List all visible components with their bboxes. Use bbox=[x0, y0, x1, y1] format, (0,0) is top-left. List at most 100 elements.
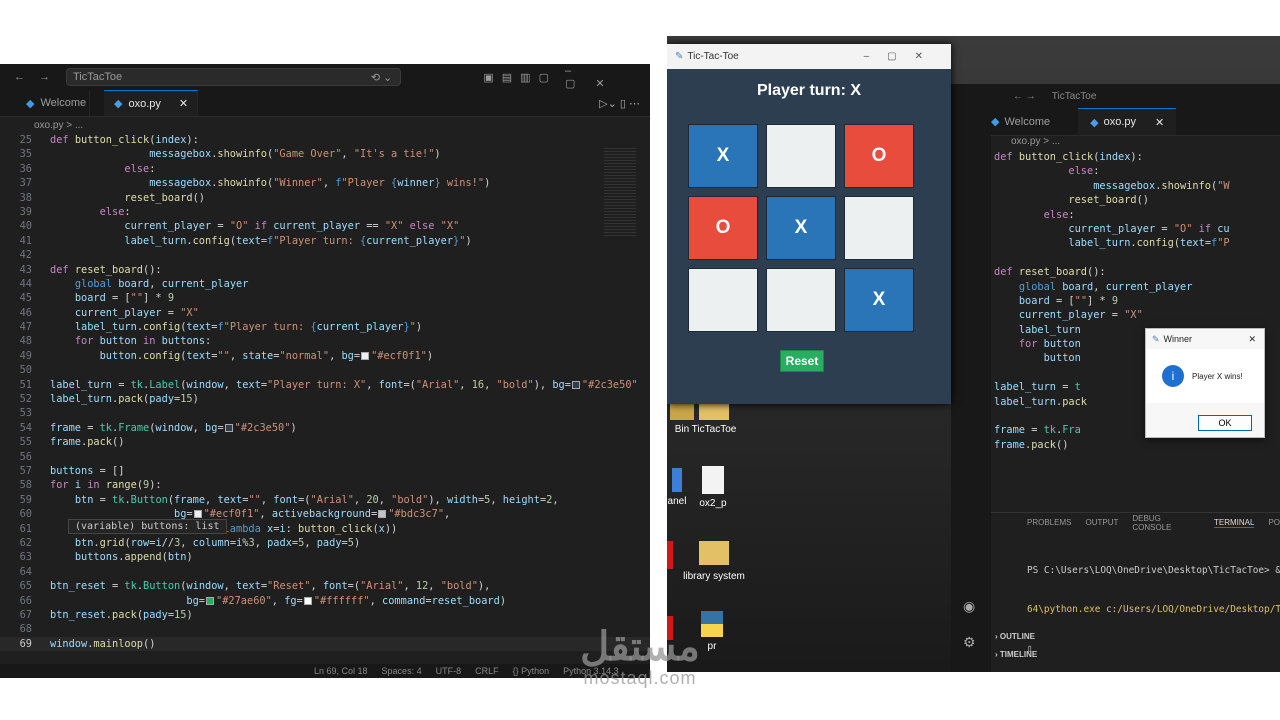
code-line: 36 else: bbox=[19, 162, 156, 175]
tab-oxo-py[interactable]: ◆ oxo.py ✕ bbox=[104, 90, 198, 116]
code-line: 46 current_player = "X" bbox=[19, 306, 199, 319]
code-line: 45 board = [""] * 9 bbox=[19, 292, 175, 305]
code-line: 58 for i in range(9): bbox=[19, 479, 162, 492]
layout-icons[interactable]: ▣▤▥▢ bbox=[483, 71, 557, 84]
command-center[interactable]: TicTacToe ⟲ ⌄ bbox=[66, 68, 402, 86]
code-line: 39 else: bbox=[19, 205, 131, 218]
code-line: 51 label_turn = tk.Label(window, text="Pl… bbox=[19, 378, 638, 391]
board-cell[interactable]: X bbox=[844, 268, 914, 332]
code-line: 66 bg= "#27ae60", fg= "#ffffff", command=r… bbox=[19, 594, 507, 607]
tictactoe-window: ✎ Tic-Tac-Toe –▢✕ Player turn: X X O O X… bbox=[667, 44, 951, 404]
editor-tabs: ◆ Welcome ◆ oxo.py ✕ ▷⌄ ▯ ⋯ bbox=[0, 90, 650, 117]
right-desktop-screenshot: Bin TicTacToe anel ox2_p library system … bbox=[667, 36, 1280, 672]
file-icon[interactable]: ox2_p bbox=[691, 466, 735, 509]
code-line: 40 current_player = "O" if current_playe… bbox=[19, 220, 460, 233]
code-line: 59 btn = tk.Button(frame, text="", font=… bbox=[19, 493, 559, 506]
tab-ports[interactable]: PO bbox=[1268, 518, 1280, 527]
status-bar: Ln 69, Col 18 Spaces: 4 UTF-8 CRLF {} Py… bbox=[0, 664, 650, 678]
tab-oxo-py[interactable]: ◆ oxo.py ✕ bbox=[1078, 108, 1177, 135]
minimap[interactable] bbox=[604, 146, 636, 236]
code-line: 49 button.config(text="", state="normal"… bbox=[19, 349, 434, 362]
timeline-section[interactable]: › TIMELINE bbox=[995, 650, 1037, 659]
code-line: 64 bbox=[19, 565, 32, 578]
code-line: 69 window.mainloop() bbox=[0, 636, 650, 652]
window-title-bar: ✎ Tic-Tac-Toe –▢✕ bbox=[667, 44, 951, 69]
hover-tooltip: (variable) buttons: list bbox=[68, 519, 227, 534]
board-cell[interactable]: O bbox=[844, 124, 914, 188]
window-title: TicTacToe bbox=[1051, 90, 1097, 102]
copilot-icon[interactable]: ⟲ ⌄ bbox=[371, 71, 393, 84]
board-cell[interactable] bbox=[844, 196, 914, 260]
tab-welcome[interactable]: ◆ Welcome bbox=[0, 90, 90, 116]
game-board: X O O X X bbox=[688, 124, 918, 340]
window-controls[interactable]: –▢✕ bbox=[565, 65, 650, 90]
code-line: 54 frame = tk.Frame(window, bg= "#2c3e50") bbox=[19, 421, 297, 434]
window-title: TicTacToe bbox=[73, 71, 123, 83]
code-line: 38 reset_board() bbox=[19, 191, 206, 204]
close-icon[interactable]: ✕ bbox=[1248, 334, 1256, 345]
board-cell[interactable]: O bbox=[688, 196, 758, 260]
code-area[interactable]: 25 def button_click(index): 35 messagebox… bbox=[0, 133, 650, 652]
board-cell[interactable] bbox=[766, 124, 836, 188]
board-cell[interactable] bbox=[688, 268, 758, 332]
breadcrumb[interactable]: oxo.py > ... bbox=[0, 117, 650, 133]
outline-section[interactable]: › OUTLINE bbox=[995, 632, 1035, 641]
run-icon[interactable]: ▷⌄ ▯ ⋯ bbox=[599, 97, 650, 110]
board-cell[interactable]: X bbox=[766, 196, 836, 260]
code-line: 25 def button_click(index): bbox=[19, 134, 199, 146]
code-line: 65 btn_reset = tk.Button(window, text="Re… bbox=[19, 580, 491, 593]
window-controls[interactable]: –▢✕ bbox=[864, 51, 941, 62]
panel-tabs: PROBLEMS OUTPUT DEBUG CONSOLE TERMINAL P… bbox=[951, 512, 1280, 532]
code-line: 50 bbox=[19, 364, 32, 377]
back-arrow-icon[interactable]: ← → bbox=[1013, 91, 1036, 102]
board-cell[interactable] bbox=[766, 268, 836, 332]
code-line: 68 bbox=[19, 623, 32, 636]
forward-arrow-icon[interactable]: → bbox=[39, 71, 50, 83]
ok-button[interactable]: OK bbox=[1198, 415, 1252, 431]
code-line: 48 for button in buttons: bbox=[19, 335, 212, 348]
python-file-icon: ◆ bbox=[1090, 116, 1099, 129]
control-panel-icon[interactable]: anel bbox=[667, 468, 687, 507]
terminal-cursor: ▯ bbox=[1027, 643, 1033, 654]
tab-output[interactable]: OUTPUT bbox=[1085, 518, 1118, 527]
code-line: 63 buttons.append(btn) bbox=[19, 551, 193, 564]
code-line: 53 bbox=[19, 407, 32, 420]
code-line: 57 buttons = [] bbox=[19, 464, 125, 477]
close-tab-icon[interactable]: ✕ bbox=[179, 97, 188, 110]
code-line: 67 btn_reset.pack(pady=15) bbox=[19, 608, 193, 621]
code-line: 41 label_turn.config(text=f"Player turn:… bbox=[19, 234, 472, 247]
winner-dialog: ✎ Winner ✕ i Player X wins! OK bbox=[1145, 328, 1265, 438]
app-feather-icon: ✎ bbox=[1152, 333, 1160, 344]
info-icon: i bbox=[1162, 365, 1184, 387]
code-line: 37 messagebox.showinfo("Winner", f"Playe… bbox=[19, 177, 491, 190]
breadcrumb[interactable]: oxo.py > ... bbox=[951, 136, 1280, 150]
code-line: 62 btn.grid(row=i//3, column=i%3, padx=5… bbox=[19, 536, 361, 549]
tab-problems[interactable]: PROBLEMS bbox=[1027, 518, 1071, 527]
code-line: 44 global board, current_player bbox=[19, 277, 249, 290]
library-folder-icon[interactable]: library system bbox=[681, 541, 747, 582]
code-line: 43 def reset_board(): bbox=[19, 263, 162, 276]
app-feather-icon: ✎ bbox=[675, 51, 684, 62]
gear-icon[interactable]: ⚙ bbox=[963, 634, 976, 651]
left-code-editor: ← → TicTacToe ⟲ ⌄ ▣▤▥▢ –▢✕ ◆ Welcome ◆ oxo… bbox=[0, 64, 650, 678]
tab-debug-console[interactable]: DEBUG CONSOLE bbox=[1132, 514, 1200, 532]
code-line: 47 label_turn.config(text=f"Player turn:… bbox=[19, 321, 423, 334]
vscode-icon: ◆ bbox=[991, 116, 1000, 128]
code-line: 42 bbox=[19, 249, 32, 262]
code-line: 55 frame.pack() bbox=[19, 436, 125, 449]
title-bar: ← → TicTacToe ⟲ ⌄ ▣▤▥▢ –▢✕ bbox=[0, 64, 650, 90]
back-arrow-icon[interactable]: ← bbox=[14, 71, 25, 83]
code-line: 35 messagebox.showinfo("Game Over", "It'… bbox=[19, 148, 441, 161]
board-cell[interactable]: X bbox=[688, 124, 758, 188]
code-line: 56 bbox=[19, 450, 32, 463]
code-line: 52 label_turn.pack(pady=15) bbox=[19, 393, 199, 406]
account-icon[interactable]: ◉ bbox=[963, 598, 975, 615]
turn-label: Player turn: X bbox=[756, 82, 862, 99]
reset-button[interactable]: Reset bbox=[780, 350, 824, 372]
terminal[interactable]: PS C:\Users\LOQ\OneDrive\Desktop\TicTacT… bbox=[1027, 538, 1280, 672]
close-tab-icon[interactable]: ✕ bbox=[1155, 116, 1164, 129]
tab-terminal[interactable]: TERMINAL bbox=[1213, 518, 1255, 528]
python-file-icon: ◆ bbox=[114, 98, 123, 110]
vscode-icon: ◆ bbox=[26, 97, 35, 110]
app-icon-red[interactable] bbox=[667, 541, 673, 569]
